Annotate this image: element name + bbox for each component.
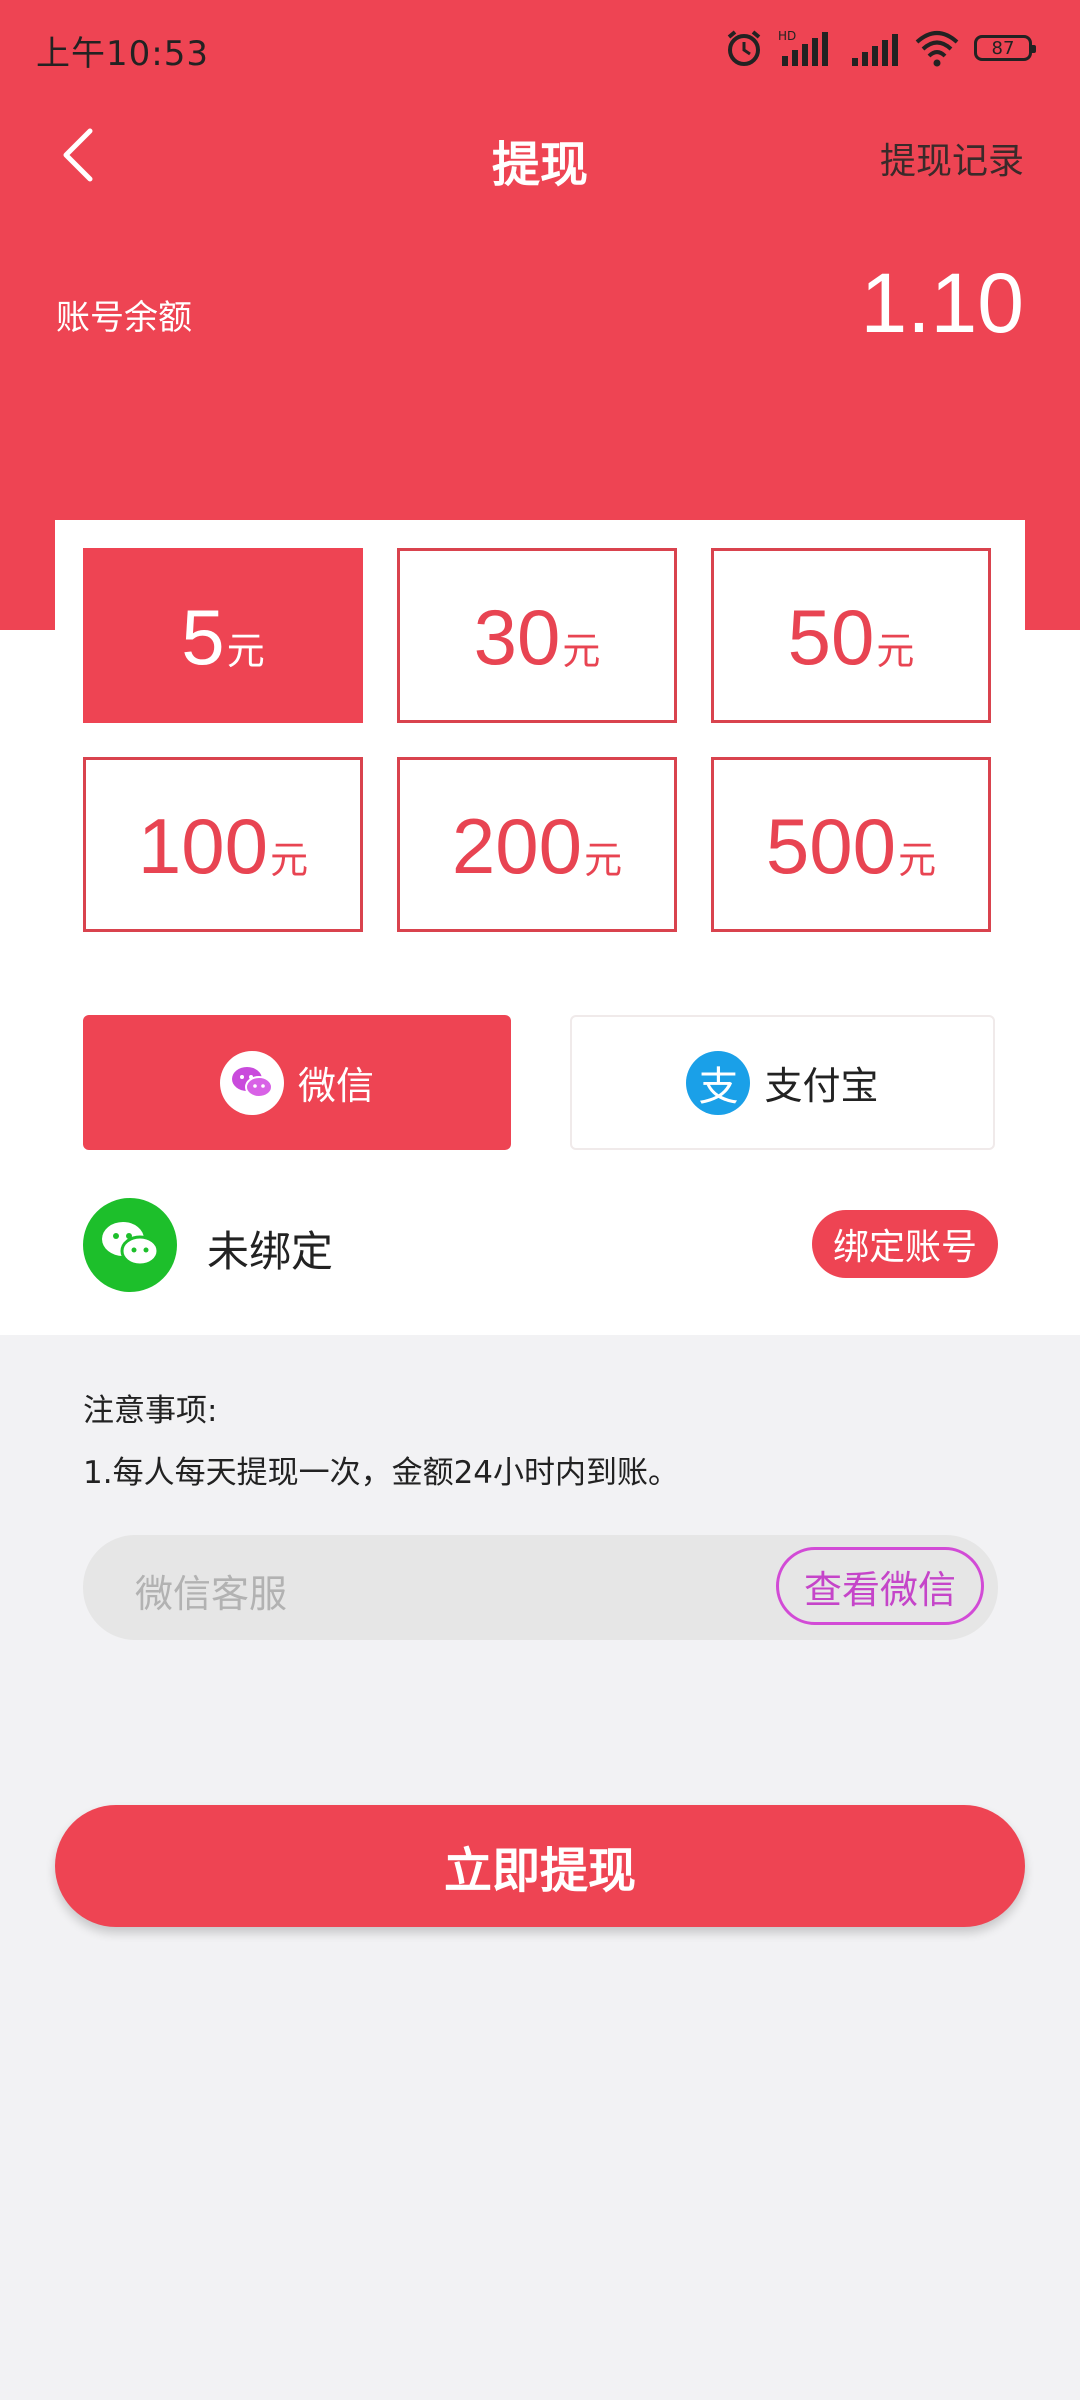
amount-value: 100 — [137, 802, 269, 890]
wechat-logo-icon — [83, 1198, 177, 1292]
balance-value: 1.10 — [860, 256, 1025, 350]
battery-icon: 87 — [974, 35, 1036, 61]
balance-label: 账号余额 — [56, 298, 192, 338]
notes-line-1: 1.每人每天提现一次，金额24小时内到账。 — [83, 1455, 680, 1491]
amount-unit: 元 — [270, 840, 309, 882]
alarm-icon — [727, 30, 761, 66]
wechat-service-bar: 微信客服 查看微信 — [83, 1535, 998, 1640]
pay-method-alipay[interactable]: 支 支付宝 — [570, 1015, 995, 1150]
wechat-icon — [219, 1050, 284, 1115]
amount-unit: 元 — [898, 840, 937, 882]
signal-icon — [852, 34, 898, 66]
battery-level: 87 — [991, 37, 1015, 59]
amount-option-30[interactable]: 30 元 — [397, 548, 677, 723]
pay-method-label: 微信 — [297, 1064, 374, 1108]
amount-value: 5 — [181, 593, 225, 681]
amount-value: 50 — [787, 593, 875, 681]
amount-value: 200 — [451, 802, 583, 890]
status-time: 上午10:53 — [36, 34, 209, 74]
pay-method-wechat[interactable]: 微信 — [83, 1015, 511, 1150]
wifi-icon — [915, 31, 959, 67]
pay-method-label: 支付宝 — [764, 1064, 879, 1108]
view-wechat-button[interactable]: 查看微信 — [776, 1547, 984, 1625]
amount-option-500[interactable]: 500 元 — [711, 757, 991, 932]
alipay-glyph: 支 — [698, 1063, 739, 1110]
amount-unit: 元 — [876, 631, 915, 673]
amount-option-200[interactable]: 200 元 — [397, 757, 677, 932]
amount-option-5[interactable]: 5元 — [83, 548, 363, 723]
notes-title: 注意事项: — [83, 1393, 218, 1429]
amount-value: 30 — [473, 593, 561, 681]
service-label: 微信客服 — [135, 1572, 288, 1616]
withdraw-now-button[interactable]: 立即提现 — [55, 1805, 1025, 1927]
binding-status: 未绑定 — [207, 1227, 334, 1276]
bind-account-button[interactable]: 绑定账号 — [812, 1210, 998, 1278]
amount-option-100[interactable]: 100 元 — [83, 757, 363, 932]
amount-unit: 元 — [562, 631, 601, 673]
withdraw-record-link[interactable]: 提现记录 — [880, 132, 1024, 184]
amount-unit: 元 — [584, 840, 623, 882]
amount-option-50[interactable]: 50 元 — [711, 548, 991, 723]
signal-hd-icon: HD — [778, 29, 828, 66]
hd-label: HD — [778, 29, 796, 43]
wechat-bubbles-icon — [231, 1066, 273, 1098]
status-icons: HD 87 — [724, 26, 1036, 70]
alipay-icon: 支 — [686, 1050, 751, 1115]
amount-unit: 元 — [226, 631, 265, 673]
amount-value: 500 — [765, 802, 897, 890]
wechat-bubbles-icon — [102, 1222, 160, 1267]
